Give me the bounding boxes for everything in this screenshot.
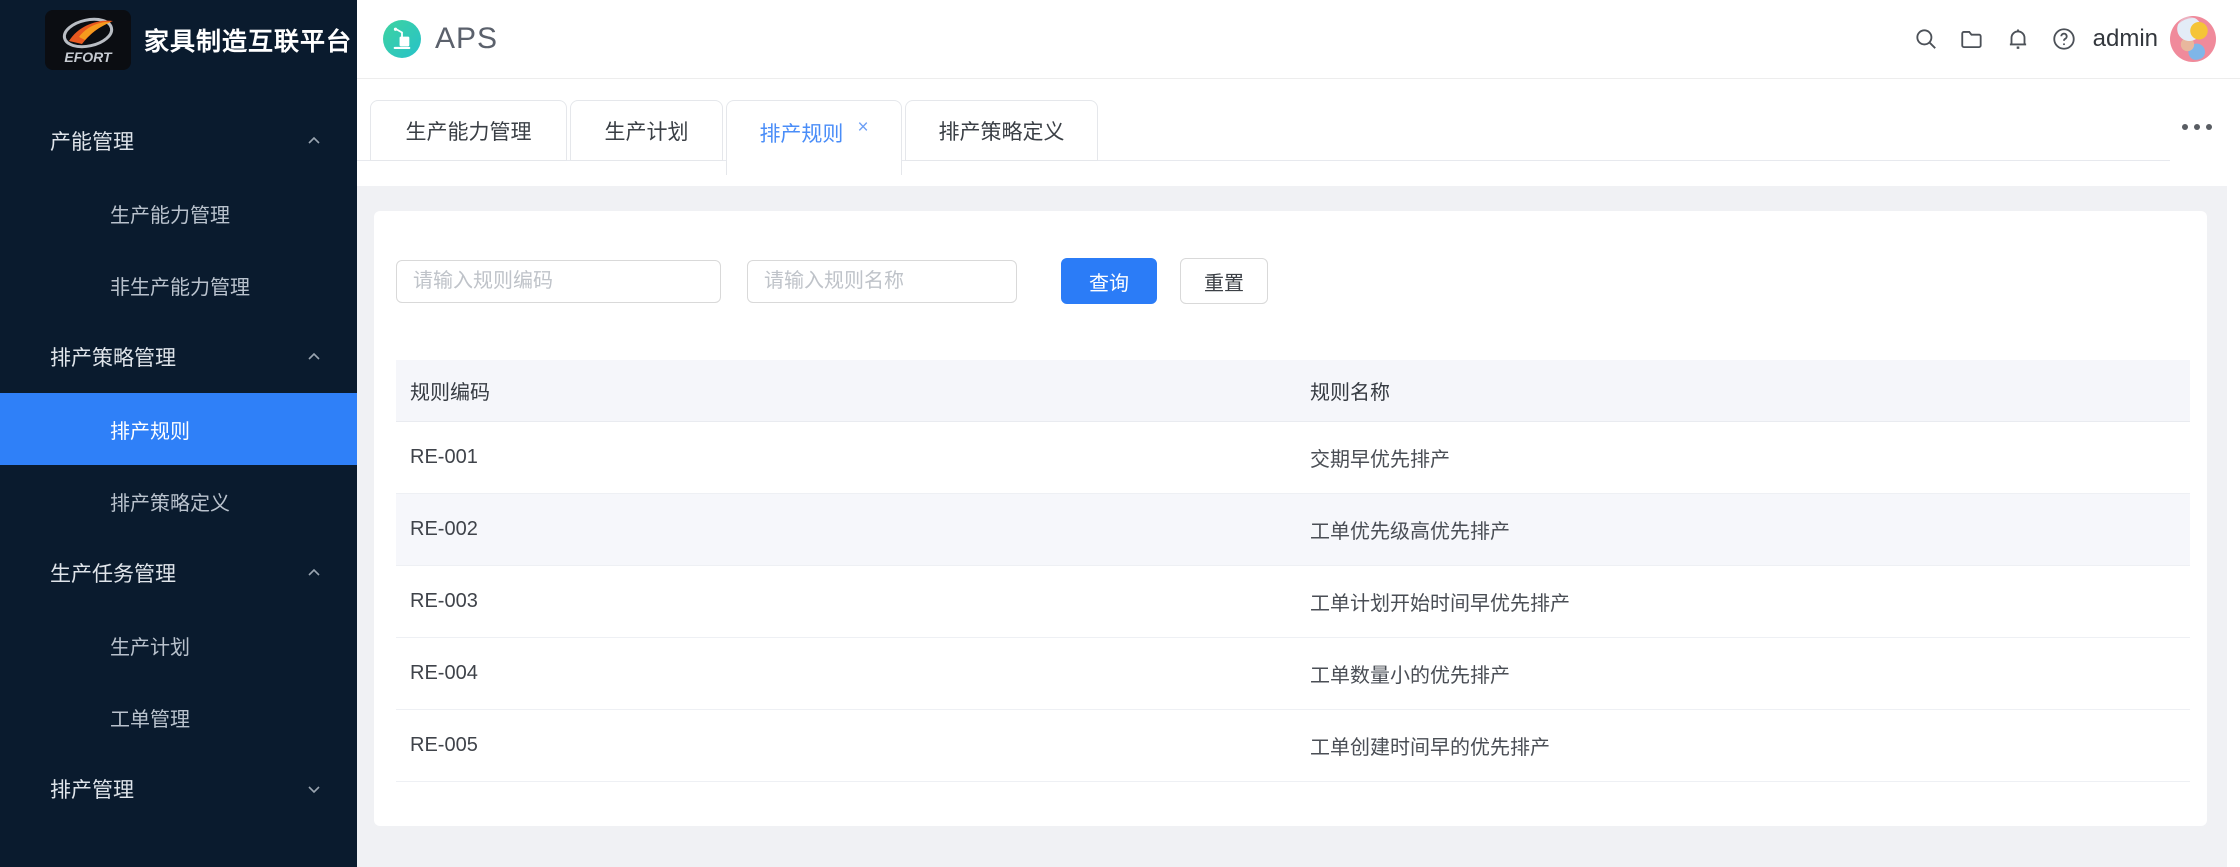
sidebar-item-scheduling-rules[interactable]: 排产规则 <box>0 393 357 465</box>
tab-production-plan[interactable]: 生产计划 <box>570 100 723 161</box>
avatar[interactable] <box>2170 16 2216 62</box>
tab-strategy-definition[interactable]: 排产策略定义 <box>905 100 1098 161</box>
chevron-up-icon <box>305 348 323 366</box>
table-row[interactable]: RE-003 工单计划开始时间早优先排产 <box>396 566 2190 638</box>
sidebar-group-capacity[interactable]: 产能管理 <box>0 105 357 177</box>
sidebar-item-nonproduction-capacity[interactable]: 非生产能力管理 <box>0 249 357 321</box>
sidebar-item-label: 非生产能力管理 <box>110 271 250 300</box>
sidebar-item-label: 生产能力管理 <box>110 199 230 228</box>
sidebar-group-label: 排产管理 <box>50 774 134 804</box>
sidebar-item-work-order[interactable]: 工单管理 <box>0 681 357 753</box>
sidebar-item-label: 工单管理 <box>110 703 190 732</box>
rule-code: RE-003 <box>396 590 1296 613</box>
reset-button[interactable]: 重置 <box>1180 258 1268 304</box>
top-header: APS admin <box>357 0 2240 79</box>
sidebar-menu: 产能管理 生产能力管理 非生产能力管理 排产策略管理 排产规则 排产策略定义 生… <box>0 105 357 825</box>
rules-table: 规则编码 规则名称 RE-001 交期早优先排产 RE-002 工单优先级高优先… <box>396 360 2190 782</box>
rule-name-input[interactable] <box>747 260 1017 303</box>
sidebar: EFORT 家具制造互联平台 产能管理 生产能力管理 非生产能力管理 排产策略管… <box>0 0 357 867</box>
tab-label: 排产策略定义 <box>939 116 1065 146</box>
aps-logo <box>383 20 421 58</box>
rule-code: RE-002 <box>396 518 1296 541</box>
rule-name: 工单优先级高优先排产 <box>1296 515 2190 544</box>
search-button[interactable]: 查询 <box>1061 258 1157 304</box>
content-card: 查询 重置 规则编码 规则名称 RE-001 交期早优先排产 RE-002 工单… <box>374 211 2207 826</box>
more-tabs-icon[interactable] <box>2180 119 2214 137</box>
rule-name: 工单计划开始时间早优先排产 <box>1296 587 2190 616</box>
username[interactable]: admin <box>2093 25 2158 53</box>
chevron-down-icon <box>305 780 323 798</box>
tab-production-capacity[interactable]: 生产能力管理 <box>370 100 567 161</box>
help-icon[interactable] <box>2041 16 2087 62</box>
tab-label: 生产计划 <box>605 116 689 146</box>
close-tab-icon[interactable]: × <box>857 118 868 137</box>
chevron-up-icon <box>305 132 323 150</box>
folder-icon[interactable] <box>1949 16 1995 62</box>
tab-label: 生产能力管理 <box>406 116 532 146</box>
factory-icon <box>389 26 415 52</box>
table-row[interactable]: RE-001 交期早优先排产 <box>396 422 2190 494</box>
tab-scheduling-rules[interactable]: 排产规则 × <box>726 100 902 175</box>
column-header-name: 规则名称 <box>1296 376 2190 405</box>
column-header-code: 规则编码 <box>396 376 1296 405</box>
sidebar-item-production-capacity[interactable]: 生产能力管理 <box>0 177 357 249</box>
sidebar-group-scheduling-strategy[interactable]: 排产策略管理 <box>0 321 357 393</box>
search-icon[interactable] <box>1903 16 1949 62</box>
rule-name: 工单创建时间早的优先排产 <box>1296 731 2190 760</box>
rule-code: RE-005 <box>396 734 1296 757</box>
sidebar-group-production-tasks[interactable]: 生产任务管理 <box>0 537 357 609</box>
main-content: 查询 重置 规则编码 规则名称 RE-001 交期早优先排产 RE-002 工单… <box>357 186 2240 867</box>
table-row[interactable]: RE-005 工单创建时间早的优先排产 <box>396 710 2190 782</box>
efort-logo: EFORT <box>45 10 131 70</box>
scrollbar-gutter[interactable] <box>2227 186 2240 867</box>
efort-logo-icon: EFORT <box>49 13 127 67</box>
sidebar-group-label: 排产策略管理 <box>50 342 176 372</box>
sidebar-item-label: 排产规则 <box>110 415 190 444</box>
sidebar-item-label: 排产策略定义 <box>110 487 230 516</box>
table-row[interactable]: RE-002 工单优先级高优先排产 <box>396 494 2190 566</box>
tab-label: 排产规则 <box>759 118 843 148</box>
bell-icon[interactable] <box>1995 16 2041 62</box>
rule-code-input[interactable] <box>396 260 721 303</box>
rule-name: 工单数量小的优先排产 <box>1296 659 2190 688</box>
chevron-up-icon <box>305 564 323 582</box>
rule-code: RE-004 <box>396 662 1296 685</box>
app-title: APS <box>435 22 498 56</box>
rule-name: 交期早优先排产 <box>1296 443 2190 472</box>
platform-title: 家具制造互联平台 <box>144 22 352 58</box>
sidebar-item-strategy-definition[interactable]: 排产策略定义 <box>0 465 357 537</box>
table-header-row: 规则编码 规则名称 <box>396 360 2190 422</box>
sidebar-group-scheduling-management[interactable]: 排产管理 <box>0 753 357 825</box>
sidebar-item-label: 生产计划 <box>110 631 190 660</box>
sidebar-group-label: 产能管理 <box>50 126 134 156</box>
table-row[interactable]: RE-004 工单数量小的优先排产 <box>396 638 2190 710</box>
sidebar-group-label: 生产任务管理 <box>50 558 176 588</box>
sidebar-logo-row: EFORT 家具制造互联平台 <box>0 0 357 79</box>
tab-strip: 生产能力管理 生产计划 排产规则 × 排产策略定义 <box>357 79 2240 186</box>
sidebar-item-production-plan[interactable]: 生产计划 <box>0 609 357 681</box>
rule-code: RE-001 <box>396 446 1296 469</box>
svg-text:EFORT: EFORT <box>64 49 113 65</box>
